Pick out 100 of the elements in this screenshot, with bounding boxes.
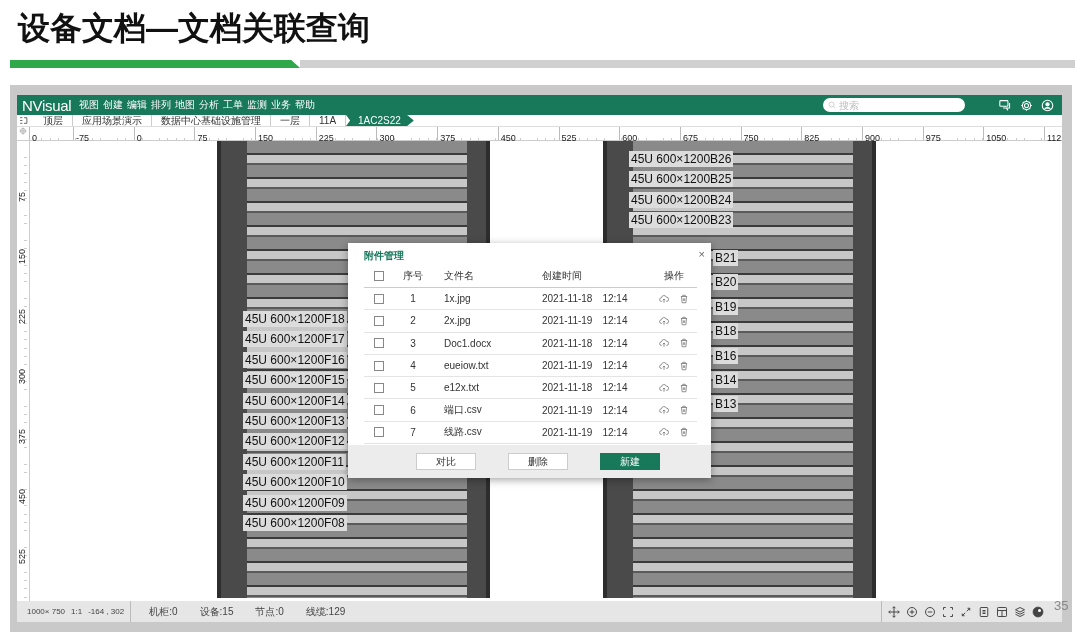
- ruler-label: 975: [924, 133, 941, 144]
- trash-icon[interactable]: [678, 405, 689, 416]
- menu-item[interactable]: 工单: [223, 98, 244, 112]
- cloud-upload-icon[interactable]: [658, 427, 669, 438]
- expand-icon[interactable]: [960, 605, 972, 618]
- menu-item[interactable]: 分析: [199, 98, 220, 112]
- checkbox[interactable]: [374, 338, 384, 349]
- layers-icon[interactable]: [1014, 605, 1026, 618]
- trash-icon[interactable]: [678, 338, 689, 349]
- table-cell: 4: [410, 360, 416, 372]
- view-info: -164 , 302: [88, 607, 125, 616]
- settings-icon[interactable]: [1020, 98, 1033, 112]
- zoom-in-icon[interactable]: [906, 605, 918, 618]
- ruler-label: -75: [75, 133, 89, 144]
- rack-label: 45U 600×1200F17: [243, 331, 347, 348]
- menu-item[interactable]: 帮助: [295, 98, 316, 112]
- dialog-button[interactable]: 对比: [416, 453, 476, 470]
- table-cell: 12:14: [602, 382, 628, 394]
- ruler-label: 75: [17, 191, 28, 203]
- view-info: 1:1: [71, 607, 83, 616]
- column-header: 操作: [663, 269, 684, 283]
- table-cell: eueiow.txt: [444, 360, 489, 372]
- table-cell: 1: [410, 293, 416, 305]
- rack-label: 45U 600×1200F18: [243, 311, 347, 327]
- table-cell: 5: [410, 382, 416, 394]
- table-cell: 12:14: [602, 315, 628, 327]
- dialog-button[interactable]: 新建: [600, 453, 660, 470]
- breadcrumb-item[interactable]: 顶层: [34, 115, 73, 126]
- checkbox[interactable]: [374, 405, 384, 416]
- menu-item[interactable]: 排列: [151, 98, 172, 112]
- breadcrumb-item[interactable]: 11A: [310, 115, 347, 126]
- view-info: 1000× 750: [27, 607, 66, 616]
- menu-item[interactable]: 视图: [79, 98, 100, 112]
- user-icon[interactable]: [1041, 98, 1054, 112]
- checkbox[interactable]: [374, 315, 384, 326]
- table-cell: 2021-11-18: [542, 382, 593, 394]
- trash-icon[interactable]: [678, 315, 689, 326]
- ruler-label: 900: [863, 133, 880, 144]
- table-cell: Doc1.docx: [444, 337, 492, 349]
- cloud-upload-icon[interactable]: [658, 382, 669, 393]
- menu-item[interactable]: 地图: [175, 98, 196, 112]
- table-cell: 2021-11-19: [542, 315, 593, 327]
- ruler-label: 225: [317, 133, 334, 144]
- search-field[interactable]: 搜索: [823, 98, 965, 112]
- checkbox[interactable]: [374, 293, 384, 304]
- breadcrumb-item[interactable]: 应用场景演示: [73, 115, 152, 126]
- rack-label: B20: [713, 274, 739, 291]
- ruler-label: 375: [17, 428, 28, 446]
- target-icon: [19, 127, 27, 135]
- table-cell: 3: [410, 337, 416, 349]
- table-cell: 6: [410, 404, 416, 416]
- menu-item[interactable]: 监测: [247, 98, 268, 112]
- menu-item[interactable]: 业务: [271, 98, 292, 112]
- cloud-upload-icon[interactable]: [658, 360, 669, 371]
- trash-icon[interactable]: [678, 427, 689, 438]
- cloud-upload-icon[interactable]: [658, 338, 669, 349]
- chat-icon[interactable]: [999, 98, 1012, 112]
- trash-icon[interactable]: [678, 293, 689, 304]
- zoom-out-icon[interactable]: [924, 605, 936, 618]
- ruler-label: 75: [196, 133, 208, 144]
- checkbox[interactable]: [374, 271, 384, 281]
- ruler-label: 150: [17, 248, 28, 266]
- ruler-label: 450: [17, 488, 28, 506]
- menu-item[interactable]: 编辑: [127, 98, 148, 112]
- ruler-label: 300: [378, 133, 395, 144]
- cloud-upload-icon[interactable]: [658, 315, 669, 326]
- checkbox[interactable]: [374, 360, 384, 371]
- trash-icon[interactable]: [678, 382, 689, 393]
- menu-item[interactable]: 创建: [103, 98, 124, 112]
- table-cell: 12:14: [602, 426, 628, 438]
- cloud-upload-icon[interactable]: [658, 405, 669, 416]
- move-icon[interactable]: [888, 605, 900, 618]
- breadcrumb-item[interactable]: 1AC2S22: [346, 115, 414, 126]
- breadcrumb-item[interactable]: 一层: [271, 115, 310, 126]
- cloud-upload-icon[interactable]: [658, 293, 669, 304]
- table-cell: 12:14: [602, 404, 628, 416]
- rack-label: B13: [713, 396, 739, 413]
- fit-screen-icon[interactable]: [942, 605, 954, 618]
- table-cell: 2x.jpg: [444, 315, 471, 327]
- rack-label: B21: [713, 250, 739, 266]
- ruler-label: 600: [621, 133, 638, 144]
- ruler-label: 112: [1046, 133, 1062, 144]
- dialog-button[interactable]: 删除: [508, 453, 568, 470]
- document-icon[interactable]: [978, 605, 990, 618]
- table-cell: 1x.jpg: [444, 293, 471, 305]
- status-count: 节点:0: [255, 604, 284, 619]
- ruler-label: 150: [257, 133, 274, 144]
- ruler-label: 675: [681, 133, 698, 144]
- checkbox[interactable]: [374, 382, 384, 393]
- checkbox[interactable]: [374, 427, 384, 438]
- layout-icon[interactable]: [996, 605, 1008, 618]
- breadcrumb-item[interactable]: 数据中心基础设施管理: [152, 115, 271, 126]
- column-header: 创建时间: [542, 269, 582, 283]
- rack-label: 45U 600×1200F10: [243, 474, 347, 491]
- table-cell: 2: [410, 315, 416, 327]
- close-button[interactable]: ×: [698, 249, 705, 259]
- table-cell: 2021-11-18: [542, 337, 593, 349]
- trash-icon[interactable]: [678, 360, 689, 371]
- table-cell: 2021-11-18: [542, 293, 593, 305]
- ruler-label: 225: [17, 308, 28, 326]
